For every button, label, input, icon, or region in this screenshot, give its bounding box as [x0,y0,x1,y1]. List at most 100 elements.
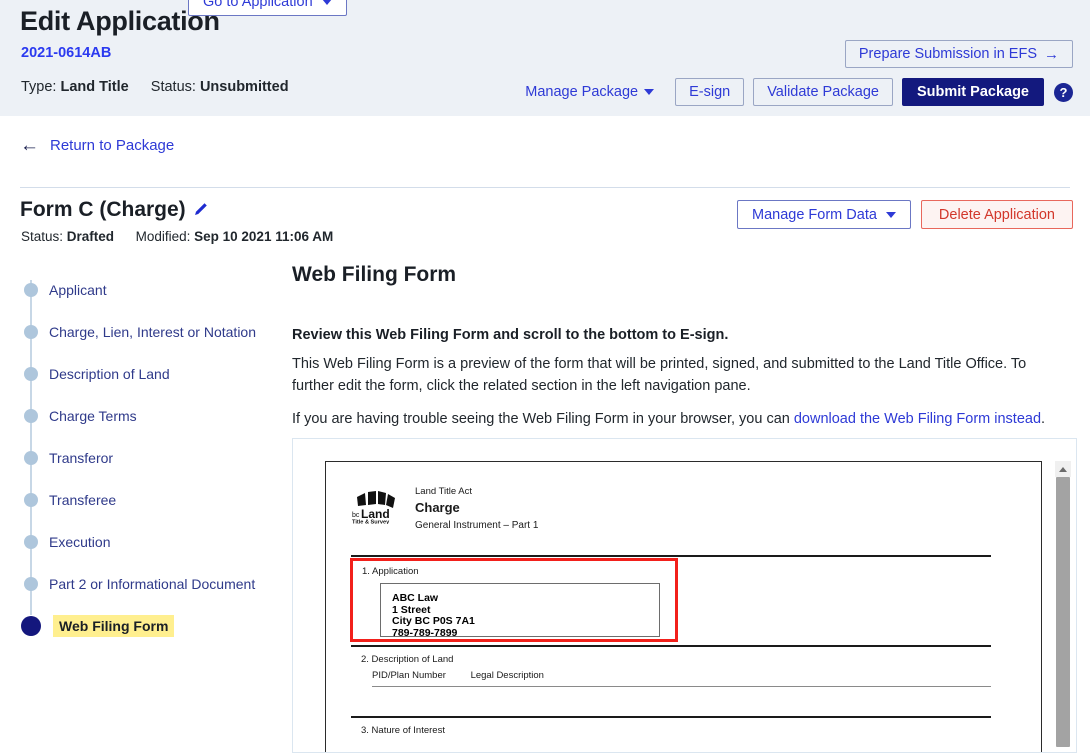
sidebar-item-transferee[interactable]: Transferee [0,479,280,521]
scrollbar-thumb[interactable] [1056,477,1070,747]
sidebar-item-label: Transferee [49,492,117,508]
prepare-submission-in-efs-button[interactable]: Prepare Submission in EFS → [844,40,1073,68]
return-to-package-link[interactable]: ← Return to Package [20,133,174,157]
step-dot-icon [24,325,38,339]
form-actions: Manage Form Data Delete Application [737,200,1073,229]
main-panel: Web Filing Form Review this Web Filing F… [280,258,1090,753]
section-2-columns: PID/Plan Number Legal Description [372,670,544,681]
document-rule [351,716,991,718]
file-number: 2021-0614AB [21,45,112,61]
go-to-application-dropdown[interactable]: Go to Application [188,0,347,16]
submit-package-button[interactable]: Submit Package [901,78,1044,106]
content-area: Applicant Charge, Lien, Interest or Notat… [0,258,1090,753]
document-header-text: Land Title Act Charge General Instrument… [415,484,538,533]
sidebar-item-transferor[interactable]: Transferor [0,437,280,479]
sidebar-item-charge-lien-interest-or-notation[interactable]: Charge, Lien, Interest or Notation [0,311,280,353]
sidebar-item-label: Transferor [49,450,114,466]
sidebar-item-description-of-land[interactable]: Description of Land [0,353,280,395]
manage-package-dropdown[interactable]: Manage Package [525,84,655,100]
triangle-up-icon [1059,466,1067,472]
document-subtitle: General Instrument – Part 1 [415,520,539,531]
step-dot-icon [24,577,38,591]
form-title: Form C (Charge) [20,197,208,223]
section-navigation-sidebar: Applicant Charge, Lien, Interest or Notat… [0,258,280,753]
scroll-up-button[interactable] [1055,461,1071,477]
form-modified-value: Sep 10 2021 11:06 AM [194,229,334,244]
step-dot-icon [24,409,38,423]
type-value: Land Title [60,79,129,95]
instruction-lead: Review this Web Filing Form and scroll t… [292,327,729,343]
document-rule [351,645,991,647]
section-1-label: 1. Application [362,566,419,577]
document-rule [351,555,991,557]
delete-application-button[interactable]: Delete Application [920,200,1073,229]
return-to-package-label: Return to Package [50,136,175,154]
form-status-value: Drafted [66,229,115,244]
download-web-filing-form-link[interactable]: download the Web Filing Form instead [794,411,1041,427]
section-3-label: 3. Nature of Interest [361,725,445,736]
pencil-icon[interactable] [193,199,208,223]
manage-package-label: Manage Package [525,84,639,100]
act-name: Land Title Act [415,486,473,497]
pid-plan-number-column-header: PID/Plan Number [372,670,446,681]
web-filing-form-viewer[interactable]: bc Land Title & Survey Land Title Act Ch… [292,438,1077,753]
sidebar-item-label: Charge Terms [49,408,137,424]
form-header: Form C (Charge) Status: Drafted Modified… [0,188,1090,258]
sidebar-item-label: Charge, Lien, Interest or Notation [49,324,257,340]
document-header: bc Land Title & Survey Land Title Act Ch… [351,484,538,533]
help-icon[interactable]: ? [1054,82,1073,102]
sidebar-item-label: Applicant [49,282,107,298]
type-label: Type: [21,79,57,95]
package-actions: Manage Package E-sign Validate Package S… [525,78,1073,106]
paragraph-2-prefix: If you are having trouble seeing the Web… [292,411,794,427]
go-to-application-label: Go to Application [203,0,313,10]
sidebar-item-part-2-or-informational-document[interactable]: Part 2 or Informational Document [0,563,280,605]
application-meta: Type: Land Title Status: Unsubmitted [21,79,289,95]
step-dot-icon [24,283,38,297]
svg-text:bc: bc [352,512,360,519]
chevron-down-icon [644,89,655,95]
document-scrollbar[interactable] [1055,461,1071,752]
bc-land-title-survey-logo: bc Land Title & Survey [351,484,403,529]
application-section-highlight: 1. Application ABC Law 1 Street City BC … [350,558,678,642]
arrow-right-icon: → [1044,45,1059,63]
stepper: Applicant Charge, Lien, Interest or Notat… [0,258,280,647]
form-status-label: Status: [21,229,64,244]
form-title-text: Form C (Charge) [20,198,186,221]
sidebar-item-label: Description of Land [49,366,170,382]
form-meta: Status: Drafted Modified: Sep 10 2021 11… [21,229,333,244]
step-dot-icon [21,616,41,636]
sidebar-item-label: Part 2 or Informational Document [49,576,256,592]
sidebar-item-web-filing-form[interactable]: Web Filing Form [0,605,280,647]
document-page: bc Land Title & Survey Land Title Act Ch… [325,461,1042,752]
svg-text:Title & Survey: Title & Survey [352,520,390,525]
applicant-address-box: ABC Law 1 Street City BC P0S 7A1 789-789… [380,583,660,638]
arrow-left-icon: ← [20,134,39,156]
instruction-paragraph-2: If you are having trouble seeing the Web… [292,408,1058,430]
step-dot-icon [24,451,38,465]
step-dot-icon [24,535,38,549]
secondary-nav: ← Return to Package Go to Application [0,0,1090,188]
page-header: Edit Application 2021-0614AB Type: Land … [0,0,1090,116]
sidebar-item-label: Web Filing Form [53,615,175,637]
section-2-label: 2. Description of Land [361,654,454,665]
form-modified-label: Modified: [135,229,191,244]
sidebar-item-charge-terms[interactable]: Charge Terms [0,395,280,437]
manage-form-data-dropdown[interactable]: Manage Form Data [737,200,911,229]
legal-description-column-header: Legal Description [470,670,544,681]
status-value: Unsubmitted [199,79,289,95]
section-2-underline [372,686,991,687]
prepare-submission-label: Prepare Submission in EFS [858,46,1037,62]
sidebar-item-execution[interactable]: Execution [0,521,280,563]
step-dot-icon [24,493,38,507]
instruction-paragraph-1: This Web Filing Form is a preview of the… [292,356,1027,394]
chevron-down-icon [321,0,332,5]
document-title: Charge [415,500,460,515]
paragraph-2-suffix: . [1041,411,1046,427]
e-sign-button[interactable]: E-sign [675,78,745,106]
manage-form-data-label: Manage Form Data [752,206,877,223]
status-label: Status: [150,79,196,95]
sidebar-item-applicant[interactable]: Applicant [0,269,280,311]
validate-package-button[interactable]: Validate Package [753,78,893,106]
chevron-down-icon [885,211,896,218]
